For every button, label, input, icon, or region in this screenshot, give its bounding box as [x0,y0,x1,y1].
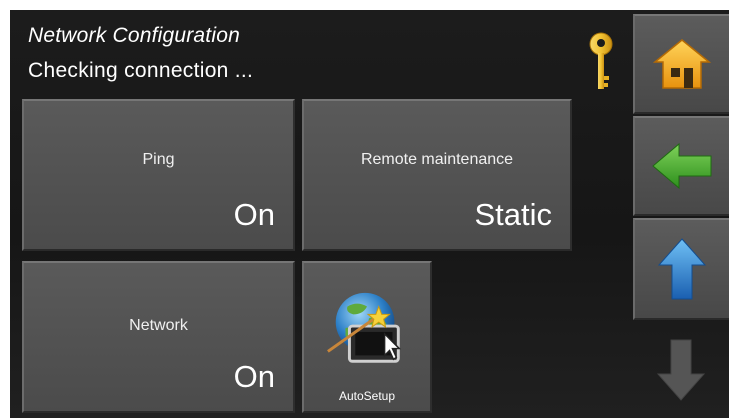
remote-maintenance-label: Remote maintenance [360,151,514,168]
home-button[interactable] [633,14,729,114]
network-label: Network [129,317,188,334]
screen: Network Configuration Checking connectio… [10,10,729,418]
remote-maintenance-value: Static [474,197,552,232]
ping-label: Ping [142,151,175,168]
down-button[interactable] [633,322,729,418]
up-arrow-icon [657,238,707,300]
key-icon [589,32,613,89]
autosetup-label: AutoSetup [338,389,396,403]
down-arrow-icon [656,339,706,401]
up-button[interactable] [633,218,729,320]
back-button[interactable] [633,116,729,216]
network-value: On [233,359,275,394]
network-tile[interactable]: Network On [22,261,295,413]
remote-maintenance-tile[interactable]: Remote maintenance Static [302,99,572,251]
status-text: Checking connection ... [28,59,254,82]
ping-tile[interactable]: Ping On [22,99,295,251]
ping-value: On [233,197,275,232]
autosetup-tile[interactable]: AutoSetup [302,261,432,413]
globe-wand-icon [327,292,402,363]
back-arrow-icon [652,142,712,190]
page-title: Network Configuration [28,24,240,47]
home-icon [653,39,711,89]
